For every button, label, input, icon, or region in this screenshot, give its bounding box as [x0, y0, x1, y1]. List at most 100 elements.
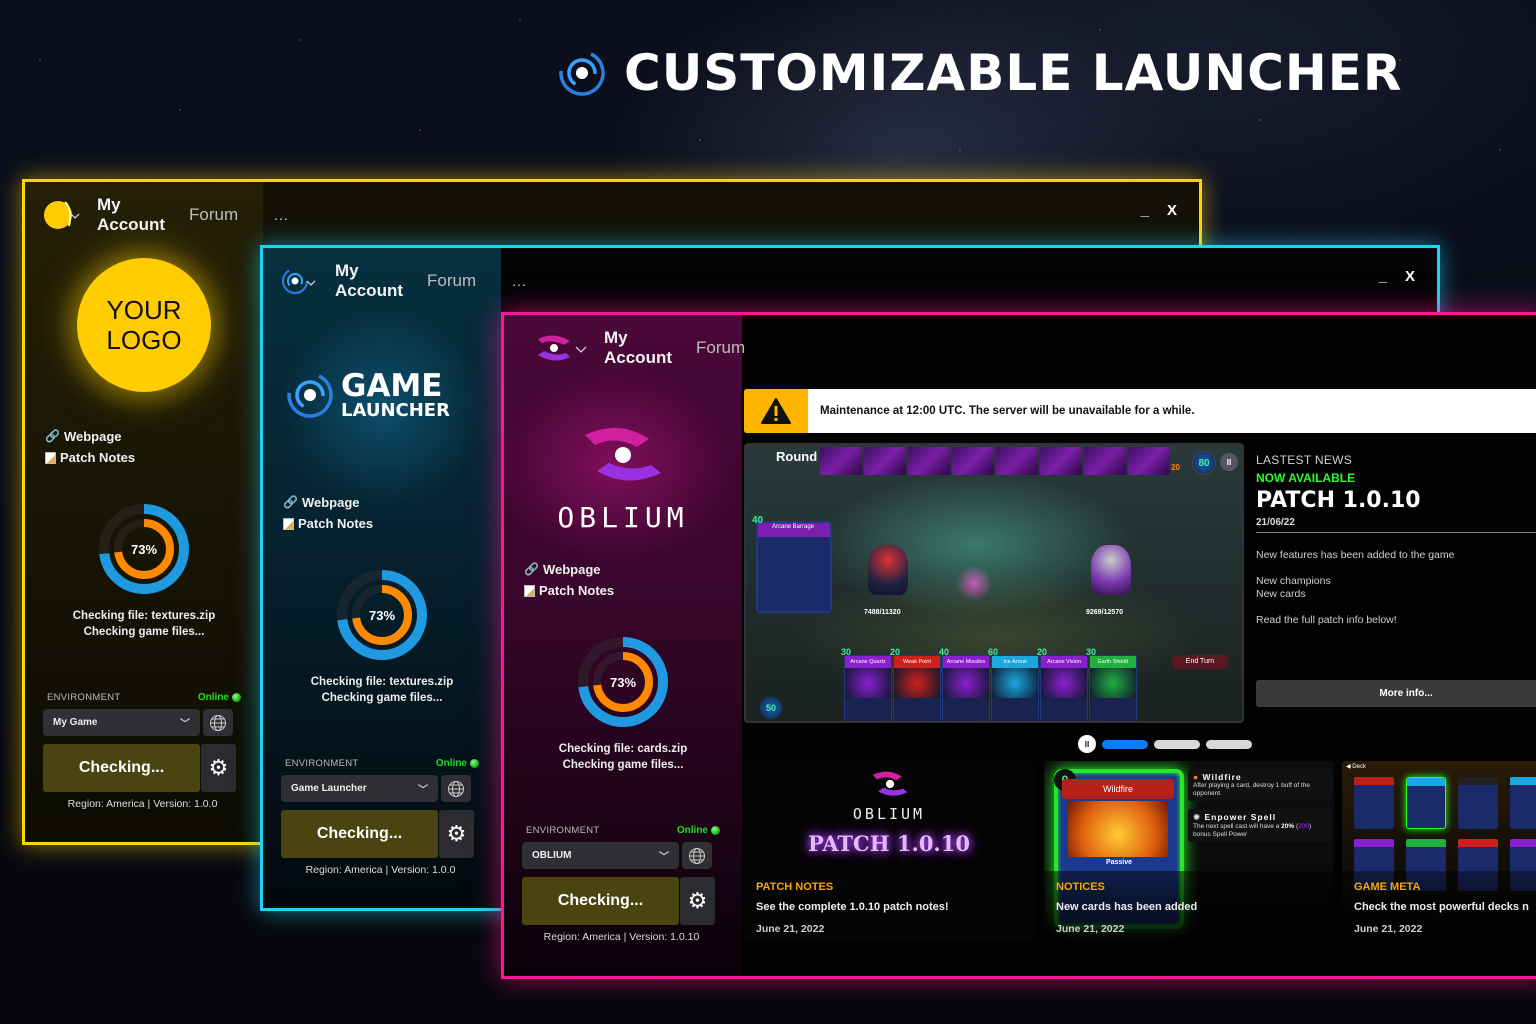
link-patch-notes[interactable]: Patch Notes	[45, 447, 135, 468]
nav-my-account[interactable]: My Account	[604, 328, 672, 368]
checking-button[interactable]: Checking...	[43, 744, 200, 792]
enemy-mana-orb: 80	[1192, 451, 1216, 475]
launcher-window-oblium: My Account Forum OBLIUM 🔗 Webpage Patch N…	[501, 312, 1536, 979]
nav-forum[interactable]: Forum	[696, 338, 745, 358]
card-art	[894, 668, 940, 698]
news-kicker: LASTEST NEWS	[1256, 453, 1353, 467]
card-name: Ice Arrow	[992, 656, 1038, 668]
top-nav: My Account Forum ...	[43, 195, 289, 234]
minimize-button[interactable]: _	[1141, 202, 1149, 219]
nav-forum[interactable]: Forum	[189, 205, 238, 225]
nav-my-account[interactable]: My Account	[335, 261, 403, 301]
environment-label: ENVIRONMENT	[285, 758, 359, 769]
top-nav: My Account Forum	[534, 328, 745, 367]
played-card: 40 Arcane Barrage	[752, 515, 832, 613]
maintenance-alert: Maintenance at 12:00 UTC. The server wil…	[744, 389, 1536, 433]
close-button[interactable]: X	[1167, 202, 1177, 219]
enemy-hp: 9269/12570	[1086, 609, 1123, 616]
link-icon: 🔗	[524, 562, 539, 576]
player-hp: 7488/11320	[864, 609, 901, 616]
game-launcher-logo-icon	[282, 268, 316, 294]
tile-art-title: OBLIUM	[852, 805, 926, 823]
card-cost: 40	[752, 515, 764, 526]
link-webpage[interactable]: 🔗 Webpage	[283, 492, 373, 513]
logo-menu-button[interactable]	[281, 266, 321, 296]
region-globe-button[interactable]	[682, 842, 712, 869]
link-webpage[interactable]: 🔗 Webpage	[524, 559, 614, 580]
hand-card: 40 Arcane Missiles	[939, 647, 990, 721]
notepad-icon	[45, 451, 56, 464]
latest-news-panel: LASTEST NEWS NOW AVAILABLE PATCH 1.0.10 …	[1256, 453, 1536, 640]
progress-percent: 73%	[130, 541, 158, 557]
more-info-button[interactable]: More info...	[1256, 680, 1536, 707]
tooltip-body: After playing a card, destroy 1 buff of …	[1193, 782, 1310, 797]
carousel-indicator[interactable]	[1102, 739, 1148, 749]
nav-my-account[interactable]: My Account	[97, 195, 165, 235]
online-status: Online	[198, 692, 241, 703]
environment-label: ENVIRONMENT	[526, 825, 600, 836]
card-cost: 40	[939, 647, 950, 657]
logo-menu-button[interactable]	[43, 200, 83, 230]
card-art	[1041, 668, 1087, 698]
status-action: Checking game files...	[562, 759, 684, 771]
link-webpage[interactable]: 🔗 Webpage	[45, 426, 135, 447]
progress-ring: 73%	[335, 568, 429, 662]
sidebar: My Account Forum OBLIUM 🔗 Webpage Patch N…	[504, 315, 745, 976]
player-hand: 30 Arcane Quartz 20 Weak Point 40 Arcane Miss…	[841, 647, 1137, 721]
card-name: Wildfire	[1062, 779, 1174, 799]
quick-links: 🔗 Webpage Patch Notes	[45, 426, 135, 468]
headline: CUSTOMIZABLE LAUNCHER	[558, 44, 1402, 102]
nav-more[interactable]: ...	[512, 273, 527, 289]
chevron-down-icon	[306, 280, 316, 286]
online-status: Online	[436, 758, 479, 769]
tile-date: June 21, 2022	[756, 923, 825, 935]
region-globe-button[interactable]	[203, 709, 233, 736]
close-button[interactable]: X	[1405, 268, 1415, 285]
card-tooltip: ● Wildfire After playing a card, destroy…	[1188, 769, 1332, 801]
region-globe-button[interactable]	[441, 775, 471, 802]
gameplay-screenshot[interactable]: Round 9 20 80 II 40 Arcane Barrage 7488/…	[744, 443, 1244, 723]
news-tile-patch-notes[interactable]: OBLIUM PATCH 1.0.10 PATCH NOTES See the …	[744, 761, 1034, 941]
environment-select[interactable]: My Game ﹀	[43, 709, 200, 736]
top-nav: My Account Forum ...	[281, 261, 527, 300]
news-availability: NOW AVAILABLE	[1256, 471, 1356, 485]
chevron-down-icon	[575, 346, 587, 353]
status-text: Checking file: textures.zip Checking gam…	[25, 608, 263, 640]
oblium-logo-icon	[585, 427, 661, 481]
chevron-down-icon: ﹀	[180, 719, 190, 730]
environment-select[interactable]: Game Launcher ﹀	[281, 775, 438, 802]
carousel-indicator[interactable]	[1154, 739, 1200, 749]
deck-card	[1406, 777, 1446, 829]
spell-icon: ✺	[1193, 812, 1202, 822]
settings-button[interactable]: ⚙	[201, 744, 236, 792]
checking-button[interactable]: Checking...	[281, 810, 438, 858]
chevron-down-icon	[70, 213, 80, 219]
card-cost: 60	[988, 647, 999, 657]
settings-button[interactable]: ⚙	[680, 877, 715, 925]
status-text: Checking file: cards.zip Checking game f…	[504, 741, 742, 773]
checking-button[interactable]: Checking...	[522, 877, 679, 925]
settings-button[interactable]: ⚙	[439, 810, 474, 858]
nav-forum[interactable]: Forum	[427, 271, 476, 291]
link-patch-notes[interactable]: Patch Notes	[524, 580, 614, 601]
link-icon: 🔗	[283, 495, 298, 509]
news-tile-notices[interactable]: 0 Wildfire Passive ● Wildfire After play…	[1044, 761, 1334, 941]
minimize-button[interactable]: _	[1379, 268, 1387, 285]
logo-text-line1: YOUR	[106, 295, 182, 325]
gear-icon: ⚙	[208, 755, 229, 780]
enemy-hero	[1091, 545, 1131, 595]
online-dot-icon	[470, 759, 479, 768]
logo-menu-button[interactable]	[534, 333, 590, 363]
oblium-logo-icon	[872, 771, 908, 796]
environment-select[interactable]: OBLIUM ﹀	[522, 842, 679, 869]
progress-percent: 73%	[368, 607, 396, 623]
game-launcher-logo-icon	[287, 372, 333, 418]
nav-more[interactable]: ...	[274, 207, 289, 223]
region-version: Region: America | Version: 1.0.0	[305, 864, 456, 876]
news-tile-game-meta[interactable]: ◀ Deck GAME META Check the most powerful…	[1342, 761, 1536, 941]
launcher-ring-icon	[559, 50, 605, 96]
carousel-indicator[interactable]	[1206, 739, 1252, 749]
link-patch-notes[interactable]: Patch Notes	[283, 513, 373, 534]
carousel-pause-button[interactable]: II	[1078, 735, 1096, 753]
yellow-logo-icon	[44, 201, 80, 229]
